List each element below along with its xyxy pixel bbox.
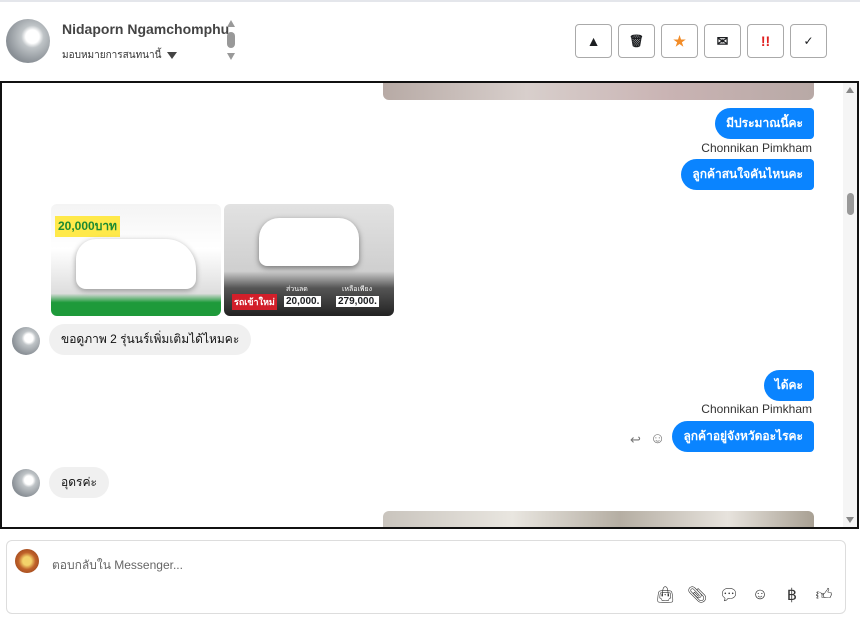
contact-avatar bbox=[12, 469, 40, 497]
scroll-up-icon bbox=[227, 20, 235, 27]
reply-composer[interactable]: ตอบกลับใน Messenger... 👜︎ 📎︎ 💬︎ ☺ ฿ 👍︎ bbox=[6, 540, 846, 614]
composer-tools: 👜︎ 📎︎ 💬︎ ☺ ฿ 👍︎ bbox=[655, 585, 833, 605]
shopping-bag-icon[interactable]: 👜︎ bbox=[655, 585, 675, 605]
scroll-thumb[interactable] bbox=[227, 32, 235, 48]
image-price: 279,000. bbox=[336, 296, 379, 307]
react-emoji-icon[interactable]: ☺ bbox=[650, 430, 665, 447]
message-in[interactable]: อุดรค่ะ bbox=[49, 467, 109, 498]
warning-icon: ▲ bbox=[586, 33, 601, 49]
message-input[interactable]: ตอบกลับใน Messenger... bbox=[52, 556, 183, 575]
trash-icon: 🗑 bbox=[628, 34, 645, 48]
top-divider bbox=[0, 0, 860, 2]
assign-label: มอบหมายการสนทนานี้ bbox=[62, 50, 162, 61]
image-tag: รถเข้าใหม่ bbox=[232, 294, 277, 310]
assign-conversation-dropdown[interactable]: มอบหมายการสนทนานี้ bbox=[62, 48, 178, 63]
thread-scrollbar[interactable] bbox=[843, 83, 857, 527]
message-out[interactable]: ได้คะ bbox=[763, 370, 814, 401]
image-promo-text: 20,000บาท bbox=[55, 216, 120, 237]
check-icon: ✓ bbox=[803, 34, 814, 48]
done-button[interactable]: ✓ bbox=[790, 24, 827, 58]
sender-name: Chonnikan Pimkham bbox=[701, 141, 812, 155]
emoji-icon[interactable]: ☺ bbox=[751, 586, 769, 604]
caret-down-icon bbox=[167, 52, 178, 59]
baht-payment-icon[interactable]: ฿ bbox=[783, 585, 801, 605]
car-shape bbox=[259, 218, 359, 266]
important-icon: !! bbox=[760, 33, 771, 49]
scroll-thumb[interactable] bbox=[846, 193, 854, 215]
car-image-1[interactable]: 20,000บาท bbox=[51, 204, 221, 316]
contact-name: Nidaporn Ngamchomphu bbox=[62, 21, 230, 37]
contact-avatar bbox=[6, 19, 50, 63]
conversation-actions: ▲ 🗑 ★ ✉ !! ✓ bbox=[575, 24, 827, 58]
scroll-up-icon bbox=[846, 87, 854, 93]
sender-name: Chonnikan Pimkham bbox=[701, 402, 812, 416]
message-out[interactable]: มีประมาณนี้คะ bbox=[715, 108, 814, 139]
car-image-2[interactable]: รถเข้าใหม่ ส่วนลด เหลือเพียง 20,000. 279… bbox=[224, 204, 394, 316]
star-icon: ★ bbox=[673, 32, 686, 49]
message-out[interactable]: ลูกค้าอยู่จังหวัดอะไรคะ bbox=[672, 421, 814, 452]
report-button[interactable]: ▲ bbox=[575, 24, 612, 58]
envelope-open-icon: ✉ bbox=[716, 32, 729, 49]
image-label: เหลือเพียง bbox=[342, 286, 373, 293]
star-button[interactable]: ★ bbox=[661, 24, 698, 58]
mark-unread-button[interactable]: ✉ bbox=[704, 24, 741, 58]
saved-replies-icon[interactable]: 💬︎ bbox=[719, 585, 739, 605]
paperclip-icon[interactable]: 📎︎ bbox=[687, 585, 707, 605]
thumbs-up-icon[interactable]: 👍︎ bbox=[815, 586, 833, 605]
image-label: ส่วนลด bbox=[286, 286, 308, 293]
scroll-down-icon bbox=[227, 53, 235, 60]
shared-image-bottom[interactable] bbox=[383, 511, 814, 527]
delete-button[interactable]: 🗑 bbox=[618, 24, 655, 58]
reply-icon[interactable]: ↩ bbox=[630, 432, 641, 448]
contact-avatar bbox=[12, 327, 40, 355]
message-thread[interactable]: มีประมาณนี้คะ Chonnikan Pimkham ลูกค้าสน… bbox=[0, 81, 859, 529]
page-avatar bbox=[15, 549, 39, 573]
message-out[interactable]: ลูกค้าสนใจคันไหนคะ bbox=[681, 159, 814, 190]
scroll-down-icon bbox=[846, 517, 854, 523]
car-shape bbox=[76, 239, 196, 289]
shared-image-top[interactable] bbox=[383, 83, 814, 100]
message-in[interactable]: ขอดูภาพ 2 รุ่นนร์เพิ่มเติมได้ไหมคะ bbox=[49, 324, 252, 355]
image-price: 20,000. bbox=[284, 296, 322, 307]
header-scrollbar[interactable] bbox=[225, 20, 237, 66]
important-button[interactable]: !! bbox=[747, 24, 784, 58]
